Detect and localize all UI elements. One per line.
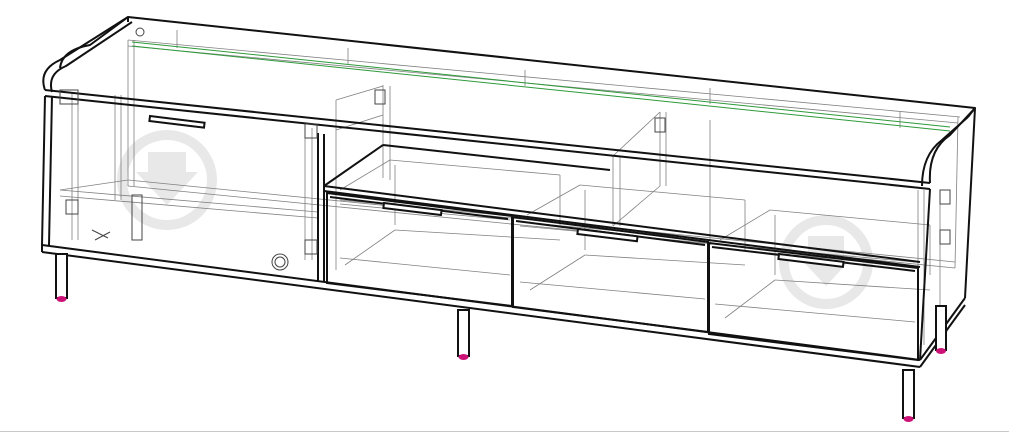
leg-front-left (55, 253, 68, 299)
furniture-wireframe (41, 16, 976, 422)
leg-caps (56, 296, 946, 422)
leg-back-right (935, 305, 947, 351)
technical-drawing-canvas (0, 0, 1009, 434)
leg-front-right (902, 369, 915, 419)
leg-center (457, 309, 470, 357)
bottom-border (0, 431, 1009, 432)
watermark-logo-left (117, 130, 217, 230)
door-handle (148, 114, 206, 129)
drawer-1 (326, 191, 513, 308)
legs (55, 253, 947, 419)
